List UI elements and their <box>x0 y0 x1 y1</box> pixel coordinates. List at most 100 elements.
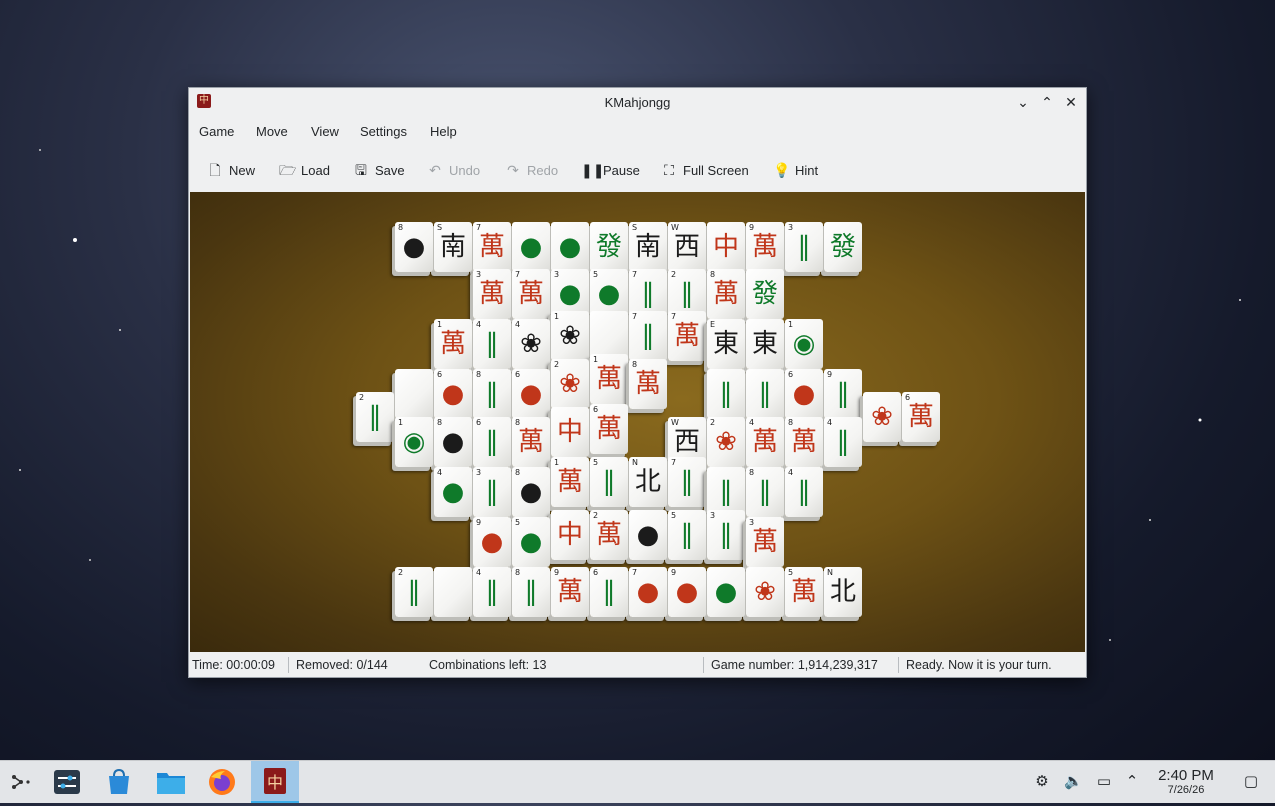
mahjong-tile[interactable]: 2 ‖ <box>395 567 433 617</box>
mahjong-tile[interactable]: 1萬 <box>434 319 472 369</box>
mahjong-tile[interactable]: 6萬 <box>590 404 628 454</box>
mahjong-tile[interactable] <box>434 567 472 617</box>
close-button[interactable]: ✕ <box>1062 93 1080 111</box>
mahjong-tile[interactable]: 7萬 <box>473 222 511 272</box>
mahjong-tile[interactable]: 發 <box>590 222 628 272</box>
mahjong-tile[interactable]: S南 <box>434 222 472 272</box>
show-desktop-icon[interactable]: ▢ <box>1242 773 1260 791</box>
mahjong-tile[interactable]: E東 <box>707 319 745 369</box>
mahjong-tile[interactable]: 4萬 <box>746 417 784 467</box>
maximize-button[interactable]: ⌃ <box>1038 93 1056 111</box>
mahjong-tile[interactable]: 8 ● <box>512 467 550 517</box>
mahjong-tile[interactable]: 4 ‖ <box>473 567 511 617</box>
mahjong-tile[interactable]: 4 ❀ <box>512 319 550 369</box>
mahjong-tile[interactable]: ● <box>629 510 667 560</box>
mahjong-tile[interactable]: 9 ● <box>473 517 511 567</box>
store-button[interactable] <box>104 767 134 797</box>
mahjong-tile[interactable]: 8 ‖ <box>746 467 784 517</box>
display-icon[interactable]: ▭ <box>1095 773 1113 791</box>
network-icon[interactable]: ⚙ <box>1033 773 1051 791</box>
firefox-button[interactable] <box>207 767 237 797</box>
kmahjongg-task-button[interactable]: 中 <box>251 761 299 803</box>
redo-button[interactable]: ↷ Redo <box>505 160 558 180</box>
mahjong-tile[interactable]: 7 ● <box>629 567 667 617</box>
mahjong-tile[interactable]: 5 ● <box>512 517 550 567</box>
mahjong-tile[interactable]: 6萬 <box>902 392 940 442</box>
mahjong-tile[interactable]: 8萬 <box>629 359 667 409</box>
mahjong-tile[interactable]: 8 ‖ <box>512 567 550 617</box>
mahjong-tile[interactable]: ❀ <box>863 392 901 442</box>
mahjong-tile[interactable]: 1 ❀ <box>551 311 589 361</box>
load-button[interactable]: 🗁 Load <box>279 160 330 180</box>
title-bar[interactable]: 中 KMahjongg ⌄ ⌃ ✕ <box>189 88 1086 116</box>
new-button[interactable]: 🗋 New <box>207 160 255 180</box>
mahjong-tile[interactable]: 東 <box>746 319 784 369</box>
menu-help[interactable]: Help <box>430 124 457 139</box>
volume-icon[interactable]: 🔈 <box>1064 773 1083 791</box>
mahjong-tile[interactable]: 2 ‖ <box>356 392 394 442</box>
mahjong-tile[interactable]: 2 ❀ <box>551 359 589 409</box>
mahjong-tile[interactable]: 9 ● <box>668 567 706 617</box>
chevron-up-icon[interactable]: ⌃ <box>1123 773 1141 791</box>
mahjong-tile[interactable]: 3 ‖ <box>785 222 823 272</box>
mahjong-tile[interactable]: N北 <box>824 567 862 617</box>
menu-settings[interactable]: Settings <box>360 124 407 139</box>
mahjong-tile[interactable]: 2 ❀ <box>707 417 745 467</box>
mahjong-tile[interactable]: 5 ‖ <box>668 510 706 560</box>
mahjong-tile[interactable]: 4 ‖ <box>785 467 823 517</box>
hint-button[interactable]: 💡 Hint <box>773 160 818 180</box>
launcher-button[interactable] <box>6 767 36 797</box>
mahjong-tile[interactable]: 9萬 <box>551 567 589 617</box>
mahjong-tile[interactable]: ● <box>707 567 745 617</box>
mahjong-tile[interactable]: 1 ◉ <box>395 417 433 467</box>
mahjong-tile[interactable]: 4 ‖ <box>473 319 511 369</box>
mahjong-tile[interactable]: 3 ‖ <box>473 467 511 517</box>
minimize-button[interactable]: ⌄ <box>1014 93 1032 111</box>
mahjong-tile[interactable]: 2萬 <box>590 510 628 560</box>
save-button[interactable]: 🖫 Save <box>353 160 405 180</box>
mahjong-tile[interactable]: 3萬 <box>746 517 784 567</box>
mahjong-tile[interactable]: 6 ‖ <box>590 567 628 617</box>
settings-button[interactable] <box>52 767 82 797</box>
mahjong-tile[interactable]: W西 <box>668 222 706 272</box>
mahjong-tile[interactable]: 中 <box>551 407 589 457</box>
pause-button[interactable]: ❚❚ Pause <box>581 160 640 180</box>
mahjong-tile[interactable]: 4 ‖ <box>824 417 862 467</box>
full-screen-button[interactable]: ⛶ Full Screen <box>661 160 749 180</box>
mahjong-tile[interactable]: 8萬 <box>785 417 823 467</box>
mahjong-tile[interactable]: 3 ‖ <box>707 510 745 560</box>
mahjong-tile[interactable]: 9 ‖ <box>824 369 862 419</box>
mahjong-tile[interactable]: 中 <box>707 222 745 272</box>
mahjong-tile[interactable]: 8 ● <box>395 222 433 272</box>
mahjong-tile[interactable]: 1萬 <box>590 354 628 404</box>
undo-button[interactable]: ↶ Undo <box>427 160 480 180</box>
mahjong-tile[interactable]: 1萬 <box>551 457 589 507</box>
mahjong-tile[interactable]: S南 <box>629 222 667 272</box>
mahjong-tile[interactable]: 發 <box>824 222 862 272</box>
mahjong-tile[interactable]: 1 ◉ <box>785 319 823 369</box>
menu-view[interactable]: View <box>311 124 339 139</box>
mahjong-tile[interactable]: 5 ‖ <box>590 457 628 507</box>
mahjong-tile[interactable]: 6 ● <box>512 369 550 419</box>
mahjong-tile[interactable]: 6 ● <box>434 369 472 419</box>
mahjong-tile[interactable]: ● <box>551 222 589 272</box>
mahjong-tile[interactable]: 7 ‖ <box>668 457 706 507</box>
mahjong-tile[interactable]: 9萬 <box>746 222 784 272</box>
mahjong-tile[interactable]: 8萬 <box>707 269 745 319</box>
mahjong-tile[interactable]: ‖ <box>746 369 784 419</box>
mahjong-tile[interactable]: 中 <box>551 510 589 560</box>
clock[interactable]: 2:40 PM 7/26/26 <box>1150 767 1222 796</box>
mahjong-tile[interactable]: 5萬 <box>785 567 823 617</box>
mahjong-tile[interactable]: ❀ <box>746 567 784 617</box>
mahjong-tile[interactable]: 3萬 <box>473 269 511 319</box>
files-button[interactable] <box>156 767 186 797</box>
mahjong-tile[interactable]: 8萬 <box>512 417 550 467</box>
mahjong-tile[interactable]: ‖ <box>707 369 745 419</box>
mahjong-tile[interactable]: 6 ‖ <box>473 417 511 467</box>
menu-move[interactable]: Move <box>256 124 288 139</box>
mahjong-tile[interactable]: N北 <box>629 457 667 507</box>
mahjong-tile[interactable]: 4 ● <box>434 467 472 517</box>
mahjong-tile[interactable]: 7萬 <box>512 269 550 319</box>
mahjong-tile[interactable]: 發 <box>746 269 784 319</box>
mahjong-tile[interactable] <box>395 369 433 419</box>
